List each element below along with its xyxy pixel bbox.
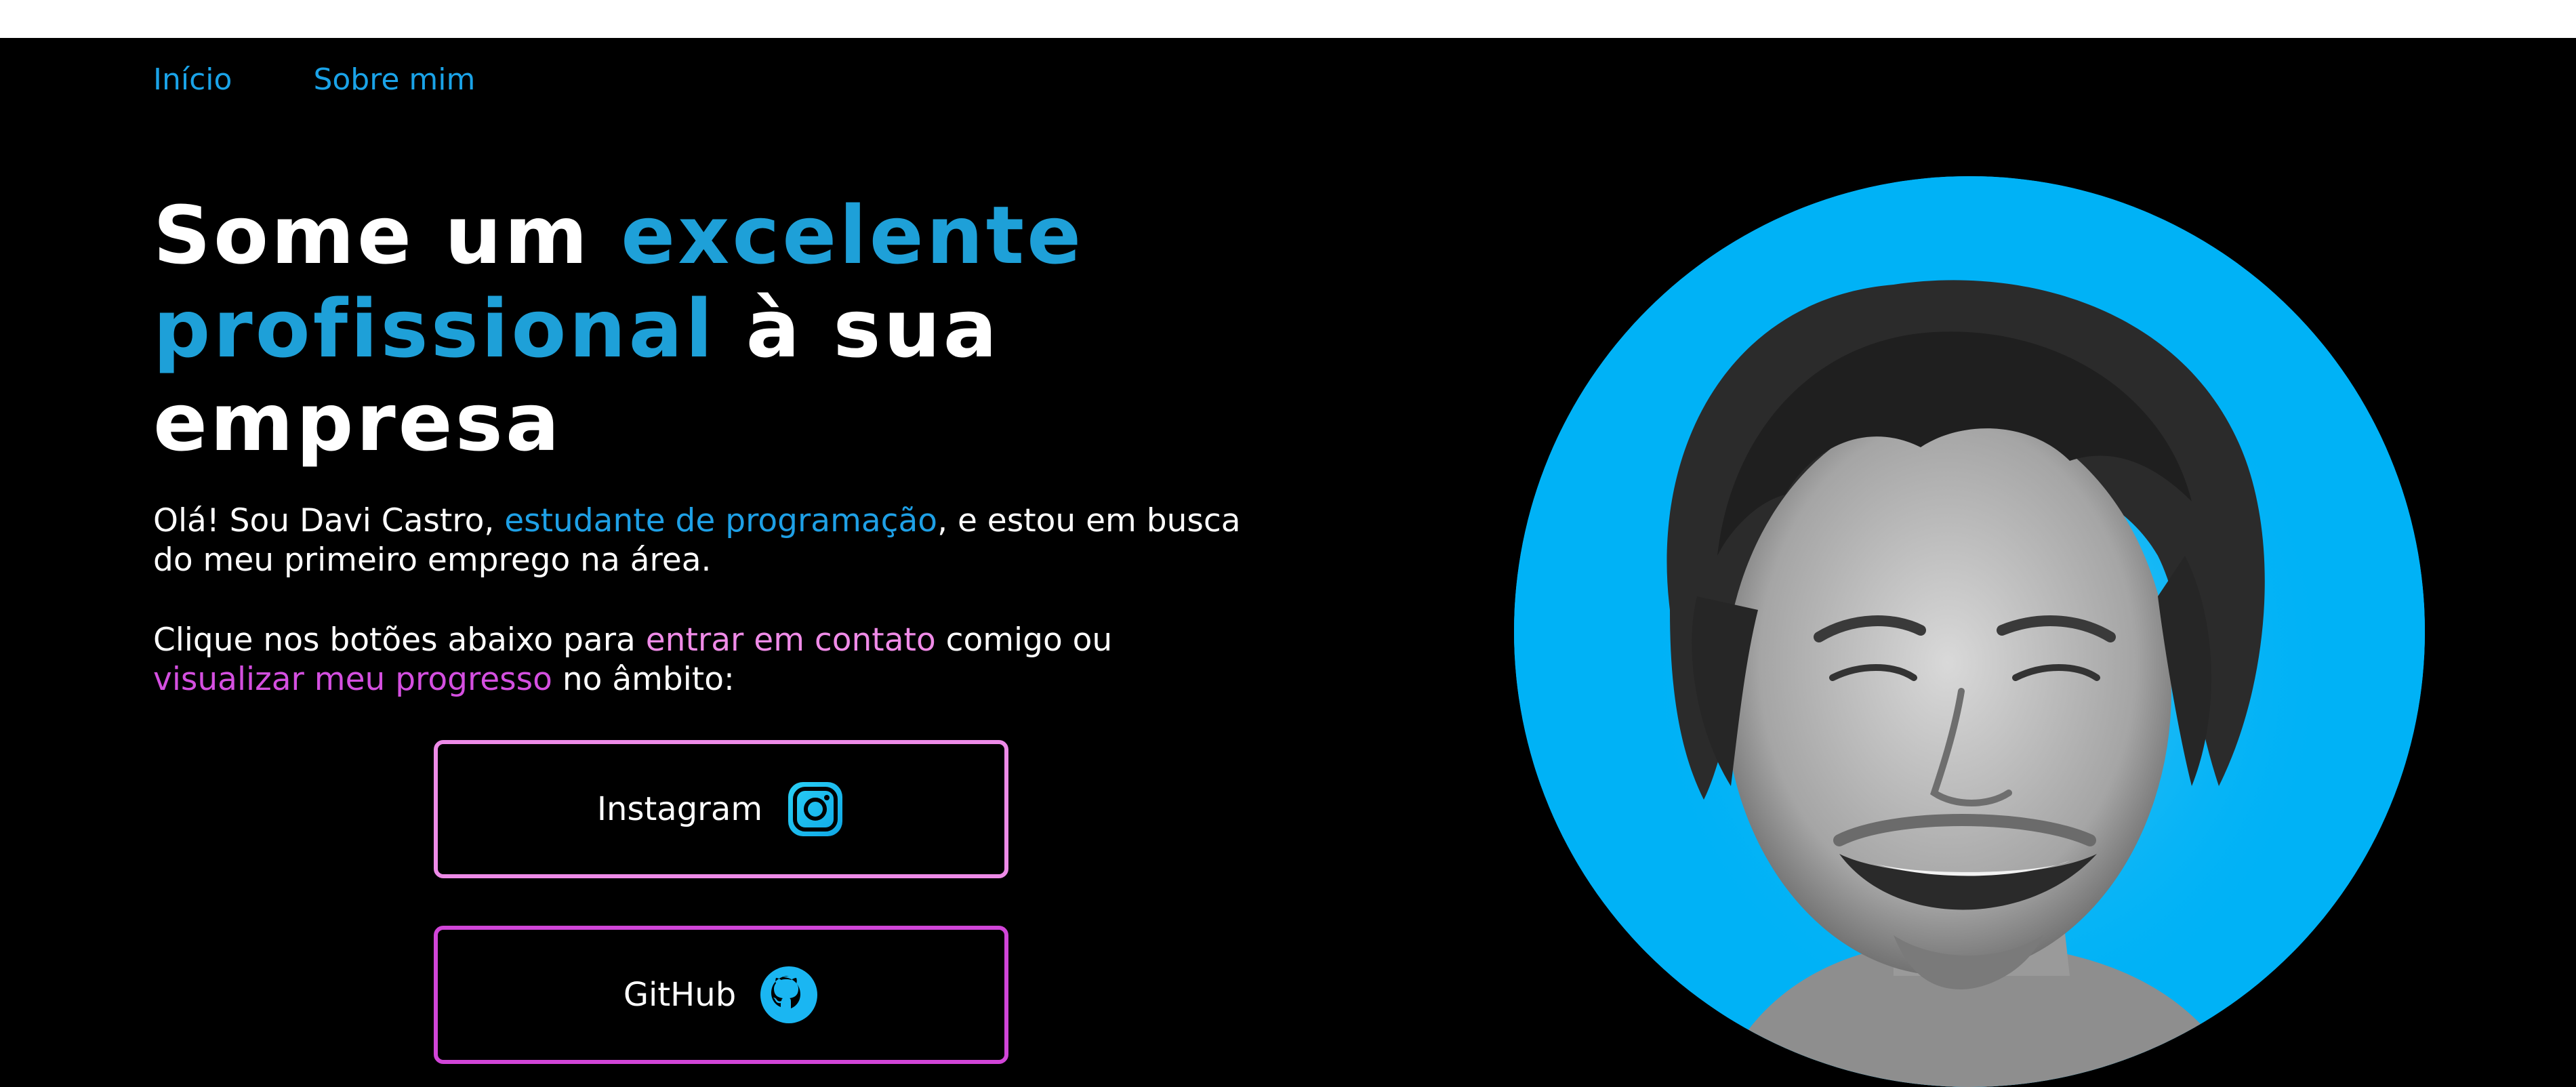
instagram-button-label: Instagram	[596, 790, 763, 828]
intro-highlight: estudante de programação	[504, 502, 938, 539]
page: Início Sobre mim Some um excelente profis…	[0, 38, 2576, 1087]
top-nav: Início Sobre mim	[153, 62, 475, 97]
headline-part-3: empresa	[153, 375, 563, 469]
headline-part-2: à sua	[715, 282, 1000, 375]
browser-top-strip	[0, 0, 2576, 38]
intro-paragraph: Olá! Sou Davi Castro, estudante de progr…	[153, 501, 1305, 580]
nav-link-sobre-mim[interactable]: Sobre mim	[313, 62, 475, 97]
profile-photo	[1514, 176, 2425, 1087]
profile-portrait-illustration	[1514, 176, 2425, 1087]
headline-part-1: Some um	[153, 188, 621, 282]
headline-accent-1: excelente	[621, 188, 1084, 282]
hero-headline: Some um excelente profissional à sua empre…	[153, 188, 1238, 469]
intro-text-before: Olá! Sou Davi Castro,	[153, 502, 505, 539]
intro-line-2: do meu primeiro emprego na área.	[153, 541, 712, 579]
cta-text-after: no âmbito:	[552, 661, 735, 698]
github-button-label: GitHub	[623, 976, 737, 1014]
cta-text-middle: comigo ou	[935, 621, 1113, 659]
nav-link-inicio[interactable]: Início	[153, 62, 232, 97]
github-icon	[760, 966, 818, 1023]
cta-text-before: Clique nos botões abaixo para	[153, 621, 646, 659]
intro-text-after: , e estou em busca	[937, 502, 1241, 539]
instagram-icon	[788, 782, 843, 836]
headline-accent-2: profissional	[153, 282, 716, 375]
github-button[interactable]: GitHub	[434, 926, 1008, 1064]
instagram-button[interactable]: Instagram	[434, 740, 1008, 878]
cta-paragraph: Clique nos botões abaixo para entrar em …	[153, 621, 1305, 699]
cta-highlight-progress: visualizar meu progresso	[153, 661, 552, 698]
cta-highlight-contact: entrar em contato	[645, 621, 936, 659]
